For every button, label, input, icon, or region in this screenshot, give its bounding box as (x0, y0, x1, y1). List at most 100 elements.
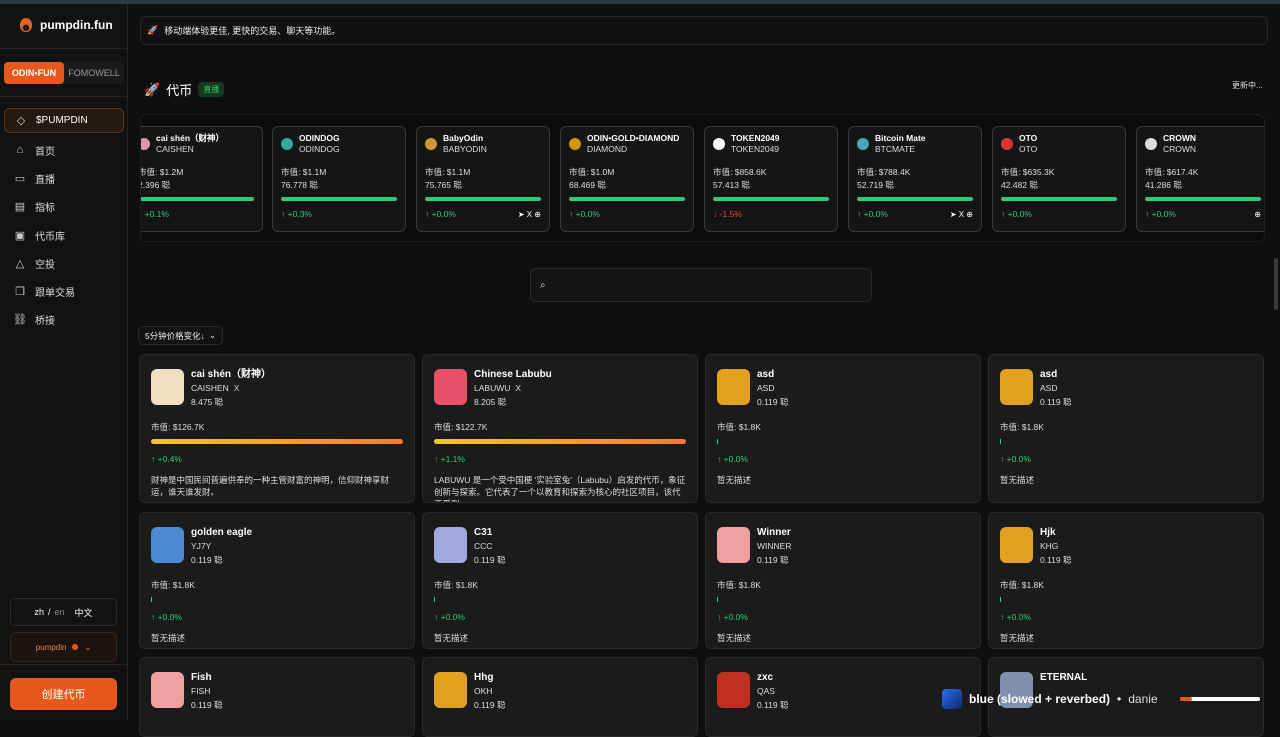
tab-odin-fun[interactable]: ODIN•FUN (4, 62, 64, 84)
token-card-header: Chinese Labubu LABUWU X 8.205 聪 (434, 369, 686, 409)
app-logo[interactable]: pumpdin.fun (20, 18, 113, 32)
track-artist: danie (1128, 692, 1158, 706)
token-names: ODINDOG ODINDOG (299, 133, 340, 155)
token-market-cap: 市值: $1.8K (717, 580, 761, 590)
lang-current: 中文 (74, 607, 93, 618)
lang-en[interactable]: en (55, 607, 65, 617)
token-card[interactable]: asd ASD 0.119 聪市值: $1.8K ↑ +0.0% 暂无描述 (705, 354, 981, 503)
scrollbar[interactable] (1274, 258, 1278, 310)
token-info: asd ASD 0.119 聪 (1040, 369, 1072, 409)
token-card[interactable]: Hhg OKH 0.119 聪 (422, 657, 698, 737)
token-symbol: LABUWU (474, 383, 511, 393)
token-description: LABUWU 是一个受中国梗 '实验室兔'（Labubu）启发的代币，象征创新与… (434, 475, 686, 502)
token-info: Hhg OKH 0.119 聪 (474, 672, 506, 712)
token-card[interactable]: Hjk KHG 0.119 聪市值: $1.8K ↑ +0.0% 暂无描述 (988, 512, 1264, 649)
token-card[interactable]: zxc QAS 0.119 聪 (705, 657, 981, 737)
sidebar-item-live[interactable]: ▭ 直播 (4, 164, 124, 192)
token-card-header: Winner WINNER 0.119 聪 (717, 527, 969, 567)
sidebar-divider (0, 664, 128, 665)
token-symbol: YJ7Y (191, 541, 212, 551)
token-name: asd (1040, 369, 1058, 380)
progress-bar (1000, 439, 1001, 444)
search-input[interactable]: ⌕ (530, 268, 872, 302)
trending-token-card[interactable]: TOKEN2049 TOKEN2049 市值: $858.6K 57.413 聪 ↓ -… (704, 126, 838, 232)
sidebar-item-label: 空投 (35, 259, 55, 271)
token-price: 0.119 聪 (757, 700, 789, 710)
sidebar-item-pumpdin[interactable]: ◇ $PUMPDIN (4, 108, 124, 133)
token-avatar (713, 138, 725, 150)
trending-token-card[interactable]: cai shén（财神） CAISHEN 市值: $1.2M 2.396 聪 ↑ +0.… (140, 126, 263, 232)
token-description: 暂无描述 (434, 633, 469, 643)
rocket-icon: 🚀 (147, 25, 159, 35)
progress-bar (717, 439, 718, 444)
sidebar-item-home[interactable]: ⌂ 首页 (4, 136, 124, 164)
token-card[interactable]: Fish FISH 0.119 聪 (139, 657, 415, 737)
sidebar-item-copy-trade[interactable]: ❐ 跟单交易 (4, 277, 124, 305)
album-art (942, 689, 962, 709)
token-card-header: zxc QAS 0.119 聪 (717, 672, 969, 712)
token-avatar (1001, 138, 1013, 150)
token-image (151, 369, 184, 405)
sidebar-item-metrics[interactable]: ▤ 指标 (4, 193, 124, 221)
token-symbol: BTCMATE (875, 144, 915, 154)
token-card-header: Fish FISH 0.119 聪 (151, 672, 403, 712)
token-info: cai shén（财神） CAISHEN X 8.475 聪 (191, 369, 271, 409)
progress-bar (141, 197, 254, 201)
trending-token-card[interactable]: ODINDOG ODINDOG 市值: $1.1M 76.778 聪 ↑ +0.3% (272, 126, 406, 232)
tab-fomowell[interactable]: FOMOWELL (64, 62, 124, 84)
progress-bar (1145, 197, 1261, 201)
token-avatar (1145, 138, 1157, 150)
token-info: golden eagle YJ7Y 0.119 聪 (191, 527, 252, 567)
trending-token-card[interactable]: CROWN CROWN 市值: $617.4K 41.286 聪 ↑ +0.0% ⊕ (1136, 126, 1264, 232)
token-card[interactable]: cai shén（财神） CAISHEN X 8.475 聪市值: $126.7K ↑ … (139, 354, 415, 503)
sidebar-item-label: 指标 (35, 203, 55, 215)
token-name: ODINDOG (299, 133, 340, 143)
token-info: asd ASD 0.119 聪 (757, 369, 789, 409)
social-links-icon[interactable]: ⊕ (1254, 210, 1261, 219)
sort-dropdown[interactable]: 5分钟价格变化↓ ⌄ (138, 326, 223, 345)
account-button[interactable]: pumpdin ⌄ (10, 632, 117, 662)
sidebar-item-bridge[interactable]: ⛓ 桥接 (4, 306, 124, 334)
home-icon: ⌂ (16, 144, 24, 157)
sidebar-item-library[interactable]: ▣ 代币库 (4, 221, 124, 249)
x-icon[interactable]: X (515, 383, 521, 393)
social-links-icon[interactable]: ➤ X ⊕ (518, 210, 541, 219)
token-change: ↑ +0.0% (1000, 612, 1031, 622)
sidebar-item-airdrop[interactable]: △ 空投 (4, 249, 124, 277)
token-info: Fish FISH 0.119 聪 (191, 672, 223, 712)
link-icon: ⛓ (13, 314, 27, 327)
sidebar-item-label: $PUMPDIN (36, 115, 88, 126)
playback-progress[interactable] (1180, 697, 1260, 701)
create-token-button[interactable]: 创建代币 (10, 678, 117, 710)
token-symbol: FISH (191, 686, 211, 696)
language-switch[interactable]: zh / en 中文 (10, 598, 117, 626)
account-name: pumpdin (35, 642, 67, 652)
sidebar: pumpdin.fun ODIN•FUN FOMOWELL ◇ $PUMPDIN… (0, 4, 128, 720)
music-player[interactable]: blue (slowed + reverbed) • danie (942, 686, 1272, 712)
token-price: 0.119 聪 (474, 700, 506, 710)
token-change: ↑ +0.0% (569, 209, 600, 219)
token-card[interactable]: Winner WINNER 0.119 聪市值: $1.8K ↑ +0.0% 暂无描述 (705, 512, 981, 649)
token-card[interactable]: golden eagle YJ7Y 0.119 聪市值: $1.8K ↑ +0.0% 暂… (139, 512, 415, 649)
token-market-cap: 市值: $1.2M (140, 167, 184, 177)
token-price: 42.482 聪 (1001, 180, 1038, 190)
trending-token-card[interactable]: OTO OTO 市值: $635.3K 42.482 聪 ↑ +0.0% (992, 126, 1126, 232)
token-name: TOKEN2049 (731, 133, 780, 143)
social-links-icon[interactable]: ➤ X ⊕ (950, 210, 973, 219)
token-card[interactable]: asd ASD 0.119 聪市值: $1.8K ↑ +0.0% 暂无描述 (988, 354, 1264, 503)
progress-bar (434, 597, 435, 602)
token-market-cap: 市值: $1.1M (281, 167, 327, 177)
token-avatar (569, 138, 581, 150)
token-card[interactable]: Chinese Labubu LABUWU X 8.205 聪市值: $122.7K ↑… (422, 354, 698, 503)
lang-zh[interactable]: zh (34, 607, 44, 617)
token-card[interactable]: C31 CCC 0.119 聪市值: $1.8K ↑ +0.0% 暂无描述 (422, 512, 698, 649)
trending-token-card[interactable]: Bitcoin Mate BTCMATE 市值: $788.4K 52.719 聪 ↑ … (848, 126, 982, 232)
trending-token-card[interactable]: BabyOdin BABYODIN 市值: $1.1M 75.765 聪 ↑ +0.0%… (416, 126, 550, 232)
token-names: TOKEN2049 TOKEN2049 (731, 133, 780, 155)
token-card-header: golden eagle YJ7Y 0.119 聪 (151, 527, 403, 567)
token-change-row: ↑ +0.0% (569, 209, 685, 219)
progress-bar (434, 439, 686, 444)
mobile-banner[interactable]: 🚀 移动端体验更佳, 更快的交易、聊天等功能。 (140, 16, 1268, 45)
trending-token-card[interactable]: ODIN•GOLD•DIAMOND DIAMOND 市值: $1.0M 68.469 … (560, 126, 694, 232)
x-icon[interactable]: X (234, 383, 240, 393)
